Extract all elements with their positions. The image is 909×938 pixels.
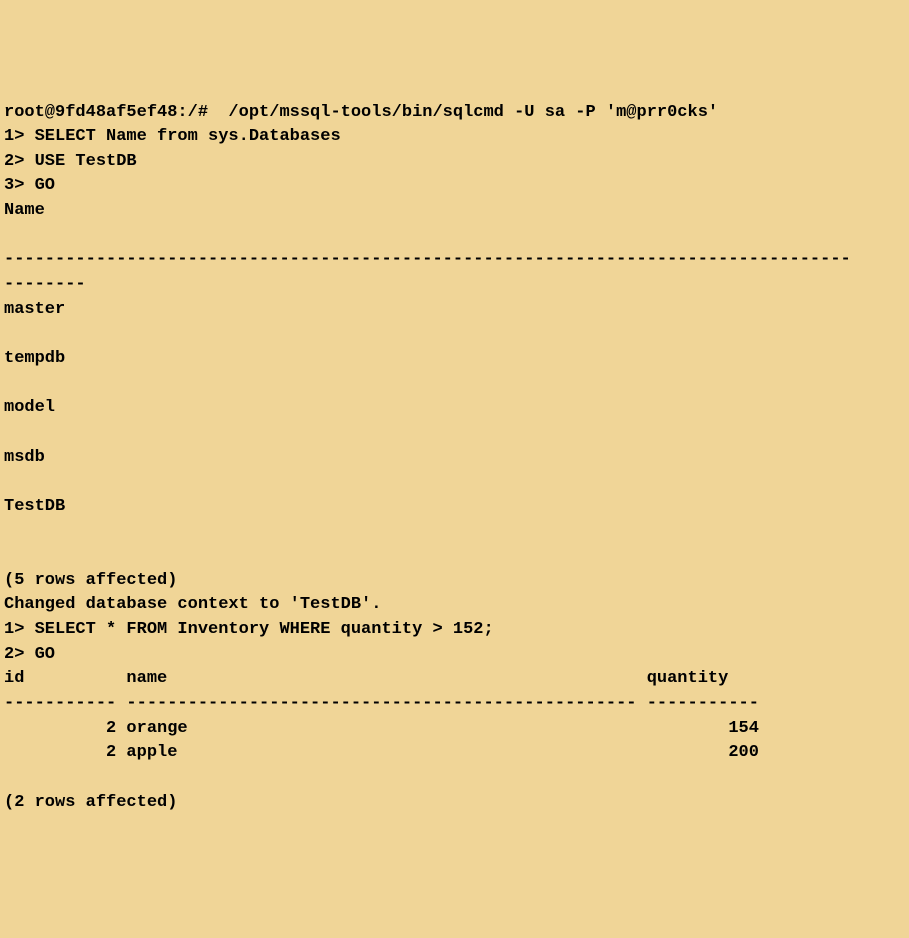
output-blank	[4, 544, 905, 569]
table-row: 2 orange 154	[4, 717, 905, 742]
sql-input-line[interactable]: 2> USE TestDB	[4, 150, 905, 175]
output-blank	[4, 224, 905, 249]
output-blank	[4, 322, 905, 347]
sql-input-line[interactable]: 1> SELECT Name from sys.Databases	[4, 125, 905, 150]
output-row: model	[4, 396, 905, 421]
output-blank	[4, 519, 905, 544]
output-blank	[4, 421, 905, 446]
table-divider: ----------- ----------------------------…	[4, 692, 905, 717]
sql-input-line[interactable]: 2> GO	[4, 643, 905, 668]
output-blank	[4, 470, 905, 495]
output-blank	[4, 372, 905, 397]
output-status: (2 rows affected)	[4, 791, 905, 816]
table-header: id name quantity	[4, 667, 905, 692]
output-row: tempdb	[4, 347, 905, 372]
output-header: Name	[4, 199, 905, 224]
output-row: master	[4, 298, 905, 323]
output-blank	[4, 766, 905, 791]
terminal-prompt-line[interactable]: root@9fd48af5ef48:/# /opt/mssql-tools/bi…	[4, 101, 905, 126]
output-row: msdb	[4, 446, 905, 471]
output-divider: --------	[4, 273, 905, 298]
output-status: (5 rows affected)	[4, 569, 905, 594]
output-status: Changed database context to 'TestDB'.	[4, 593, 905, 618]
sql-input-line[interactable]: 3> GO	[4, 174, 905, 199]
output-divider: ----------------------------------------…	[4, 248, 905, 273]
table-row: 2 apple 200	[4, 741, 905, 766]
output-row: TestDB	[4, 495, 905, 520]
sql-input-line[interactable]: 1> SELECT * FROM Inventory WHERE quantit…	[4, 618, 905, 643]
